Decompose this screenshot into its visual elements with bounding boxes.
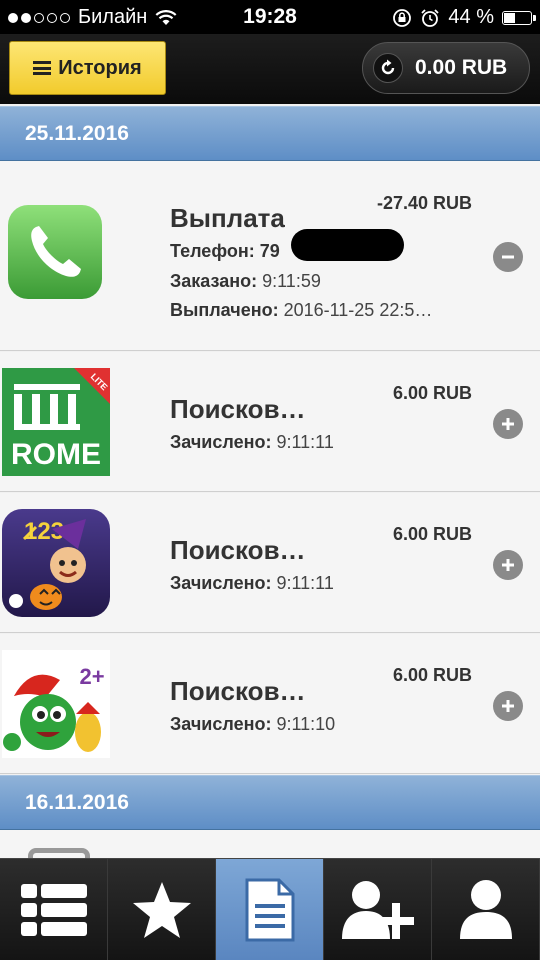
document-icon <box>245 878 294 941</box>
app-header: История 0.00 RUB <box>0 34 540 104</box>
transaction-amount: 6.00 RUB <box>392 665 472 685</box>
detail-value: 9:11:11 <box>276 573 334 593</box>
date-header: 25.11.2016 <box>0 106 540 161</box>
detail-label: Заказано: <box>170 271 258 291</box>
plus-icon <box>502 700 514 712</box>
detail-value: 2016-11-25 22:5… <box>283 300 433 320</box>
tab-invite[interactable] <box>324 859 432 960</box>
detail-label: Зачислено: <box>170 432 272 452</box>
transaction-row[interactable]: LITE ROME Поисков… 6.00 RUB Зачислено: 9… <box>0 352 540 492</box>
detail-line: Зачислено: 9:11:11 <box>170 432 334 453</box>
detail-label: Выплачено: <box>170 300 279 320</box>
transaction-title: Поисков… <box>170 676 306 706</box>
phone-app-icon <box>8 205 102 299</box>
transaction-title: Поисков… <box>170 394 306 424</box>
user-icon <box>459 879 512 939</box>
halloween-123-app-icon: 123 <box>2 509 110 617</box>
transaction-row[interactable]: 123 Поисков… 6.00 RUB Зачислено: 9:11:11 <box>0 493 540 633</box>
rotation-lock-icon <box>393 8 412 27</box>
tab-profile[interactable] <box>432 859 540 960</box>
icon-text: 2+ <box>79 664 104 689</box>
date-header-label: 16.11.2016 <box>25 790 129 814</box>
detail-label: Зачислено: <box>170 714 272 734</box>
transaction-title: Поисков… <box>170 535 306 565</box>
transaction-amount: 6.00 RUB <box>392 524 472 544</box>
icon-text: ROME <box>11 438 101 471</box>
plus-icon <box>502 559 514 571</box>
add-user-icon <box>341 880 414 939</box>
detail-line: Телефон: 79 <box>170 241 280 262</box>
detail-value: 79 <box>259 241 280 261</box>
rome-lite-app-icon: LITE ROME <box>2 368 110 476</box>
transaction-row[interactable]: 2+ Поисков… 6.00 RUB Зачислено: 9:11:10 <box>0 634 540 774</box>
date-header: 16.11.2016 <box>0 775 540 830</box>
collapse-button[interactable] <box>493 242 523 272</box>
battery-percent: 44 % <box>448 6 494 28</box>
battery-icon <box>502 10 536 25</box>
expand-button[interactable] <box>493 409 523 439</box>
detail-line: Заказано: 9:11:59 <box>170 271 321 292</box>
detail-value: 9:11:59 <box>262 271 321 291</box>
history-button[interactable]: История <box>9 41 166 95</box>
detail-label: Телефон: <box>170 241 255 261</box>
tab-bar <box>0 858 540 960</box>
minus-icon <box>502 255 514 259</box>
detail-line: Зачислено: 9:11:10 <box>170 714 335 735</box>
detail-line: Выплачено: 2016-11-25 22:5… <box>170 300 432 321</box>
detail-value: 9:11:10 <box>276 714 336 734</box>
transaction-row[interactable]: Выплата -27.40 RUB Телефон: 79 Заказано:… <box>0 161 540 351</box>
transaction-amount: 6.00 RUB <box>392 383 472 403</box>
transaction-amount: -27.40 RUB <box>376 193 472 213</box>
balance-button[interactable]: 0.00 RUB <box>362 42 530 94</box>
tab-history[interactable] <box>216 859 324 960</box>
balance-value: 0.00 RUB <box>415 56 508 79</box>
history-button-label: История <box>58 56 142 79</box>
transaction-title: Выплата <box>170 203 285 233</box>
date-header-label: 25.11.2016 <box>25 121 129 145</box>
expand-button[interactable] <box>493 550 523 580</box>
tab-list[interactable] <box>0 859 108 960</box>
expand-button[interactable] <box>493 691 523 721</box>
alarm-icon <box>421 8 440 27</box>
list-icon <box>20 883 87 936</box>
detail-value: 9:11:11 <box>276 432 334 452</box>
star-icon <box>132 881 191 938</box>
redaction-mark <box>291 229 404 261</box>
plus-icon <box>502 418 514 430</box>
menu-icon <box>33 61 52 75</box>
detail-label: Зачислено: <box>170 573 272 593</box>
detail-line: Зачислено: 9:11:11 <box>170 573 334 594</box>
christmas-monster-app-icon: 2+ <box>2 650 110 758</box>
status-bar: Билайн 19:28 44 % <box>0 0 540 34</box>
refresh-icon <box>373 53 403 83</box>
tab-favorites[interactable] <box>108 859 216 960</box>
